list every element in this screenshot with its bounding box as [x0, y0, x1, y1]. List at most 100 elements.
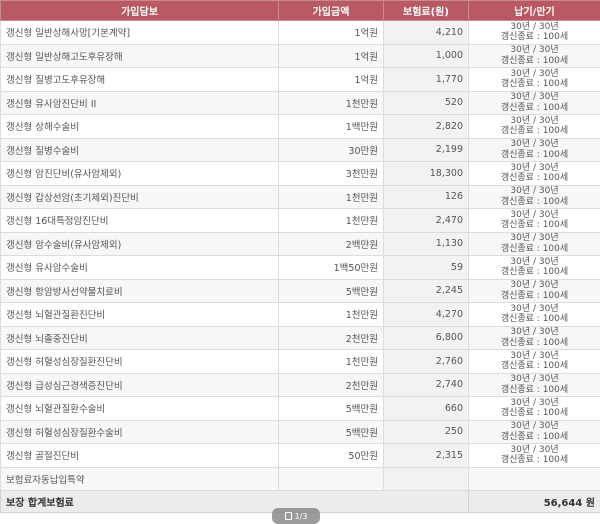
- coverage-premium: 126: [384, 185, 469, 209]
- coverage-amount: 1억원: [279, 21, 384, 45]
- coverage-name: 갱신형 질병고도후유장해: [1, 68, 279, 92]
- term-period: 30년 / 30년: [474, 374, 595, 385]
- coverage-term: 30년 / 30년갱신종료 : 100세: [469, 256, 600, 280]
- coverage-premium: 2,245: [384, 279, 469, 303]
- term-period: 30년 / 30년: [474, 351, 595, 362]
- table-row: 갱신형 암진단비(유사암제외)3천만원18,30030년 / 30년갱신종료 :…: [1, 162, 600, 186]
- coverage-term: 30년 / 30년갱신종료 : 100세: [469, 209, 600, 233]
- coverage-premium: 59: [384, 256, 469, 280]
- table-body: 갱신형 일반상해사망[기본계약]1억원4,21030년 / 30년갱신종료 : …: [1, 21, 600, 491]
- coverage-term: 30년 / 30년갱신종료 : 100세: [469, 373, 600, 397]
- coverage-amount: 3천만원: [279, 162, 384, 186]
- coverage-premium: 6,800: [384, 326, 469, 350]
- term-renewal-end: 갱신종료 : 100세: [474, 338, 595, 349]
- coverage-name: 보험료자동납입특약: [1, 467, 279, 491]
- coverage-name: 갱신형 급성심근경색증진단비: [1, 373, 279, 397]
- coverage-term: 30년 / 30년갱신종료 : 100세: [469, 185, 600, 209]
- coverage-name: 갱신형 일반상해사망[기본계약]: [1, 21, 279, 45]
- term-period: 30년 / 30년: [474, 163, 595, 174]
- coverage-term: 30년 / 30년갱신종료 : 100세: [469, 444, 600, 468]
- coverage-amount: 30만원: [279, 138, 384, 162]
- table-row: 갱신형 항암방사선약물치료비5백만원2,24530년 / 30년갱신종료 : 1…: [1, 279, 600, 303]
- term-renewal-end: 갱신종료 : 100세: [474, 32, 595, 43]
- table-row: 갱신형 갑상선암(초기제외)진단비1천만원12630년 / 30년갱신종료 : …: [1, 185, 600, 209]
- term-period: 30년 / 30년: [474, 327, 595, 338]
- table-row: 갱신형 질병수술비30만원2,19930년 / 30년갱신종료 : 100세: [1, 138, 600, 162]
- coverage-amount: 1천만원: [279, 91, 384, 115]
- coverage-term: 30년 / 30년갱신종료 : 100세: [469, 115, 600, 139]
- coverage-amount: 1천만원: [279, 303, 384, 327]
- page-indicator-text: 1/3: [295, 512, 308, 521]
- coverage-term: 30년 / 30년갱신종료 : 100세: [469, 68, 600, 92]
- table-row: 갱신형 16대특정암진단비1천만원2,47030년 / 30년갱신종료 : 10…: [1, 209, 600, 233]
- coverage-premium: 18,300: [384, 162, 469, 186]
- coverage-premium: 2,315: [384, 444, 469, 468]
- coverage-amount: 1억원: [279, 44, 384, 68]
- coverage-term: 30년 / 30년갱신종료 : 100세: [469, 350, 600, 374]
- term-period: 30년 / 30년: [474, 22, 595, 33]
- coverage-premium: 4,210: [384, 21, 469, 45]
- table-row: 갱신형 상해수술비1백만원2,82030년 / 30년갱신종료 : 100세: [1, 115, 600, 139]
- coverage-name: 갱신형 뇌혈관질환수술비: [1, 397, 279, 421]
- term-renewal-end: 갱신종료 : 100세: [474, 432, 595, 443]
- coverage-name: 갱신형 뇌혈관질환진단비: [1, 303, 279, 327]
- term-period: 30년 / 30년: [474, 116, 595, 127]
- coverage-premium: 250: [384, 420, 469, 444]
- coverage-name: 갱신형 일반상해고도후유장해: [1, 44, 279, 68]
- term-renewal-end: 갱신종료 : 100세: [474, 267, 595, 278]
- coverage-name: 갱신형 허혈성심장질환수술비: [1, 420, 279, 444]
- header-amount: 가입금액: [279, 1, 384, 21]
- coverage-term: 30년 / 30년갱신종료 : 100세: [469, 162, 600, 186]
- term-renewal-end: 갱신종료 : 100세: [474, 56, 595, 67]
- coverage-amount: 1천만원: [279, 209, 384, 233]
- term-renewal-end: 갱신종료 : 100세: [474, 291, 595, 302]
- term-period: 30년 / 30년: [474, 210, 595, 221]
- coverage-premium: 660: [384, 397, 469, 421]
- coverage-term: 30년 / 30년갱신종료 : 100세: [469, 279, 600, 303]
- term-renewal-end: 갱신종료 : 100세: [474, 197, 595, 208]
- table-header: 가입담보 가입금액 보험료(원) 납기/만기: [1, 1, 600, 21]
- coverage-name: 갱신형 질병수술비: [1, 138, 279, 162]
- table-row: 갱신형 일반상해사망[기본계약]1억원4,210 30년 / 30년갱신종료 : …: [1, 21, 600, 45]
- coverage-amount: 1천만원: [279, 350, 384, 374]
- term-renewal-end: 갱신종료 : 100세: [474, 103, 595, 114]
- term-period: 30년 / 30년: [474, 280, 595, 291]
- term-period: 30년 / 30년: [474, 257, 595, 268]
- term-renewal-end: 갱신종료 : 100세: [474, 455, 595, 466]
- term-renewal-end: 갱신종료 : 100세: [474, 244, 595, 255]
- coverage-amount: 1백50만원: [279, 256, 384, 280]
- term-renewal-end: 갱신종료 : 100세: [474, 126, 595, 137]
- term-renewal-end: 갱신종료 : 100세: [474, 173, 595, 184]
- term-renewal-end: 갱신종료 : 100세: [474, 150, 595, 161]
- coverage-premium: 2,820: [384, 115, 469, 139]
- table-row: 갱신형 질병고도후유장해1억원1,77030년 / 30년갱신종료 : 100세: [1, 68, 600, 92]
- coverage-term: 30년 / 30년갱신종료 : 100세: [469, 303, 600, 327]
- coverage-name: 갱신형 유사암진단비 II: [1, 91, 279, 115]
- coverage-amount: [279, 467, 384, 491]
- term-period: 30년 / 30년: [474, 233, 595, 244]
- coverage-premium: 2,199: [384, 138, 469, 162]
- table-row: 갱신형 급성심근경색증진단비2천만원2,74030년 / 30년갱신종료 : 1…: [1, 373, 600, 397]
- table-row: 갱신형 일반상해고도후유장해1억원1,00030년 / 30년갱신종료 : 10…: [1, 44, 600, 68]
- coverage-name: 갱신형 유사암수술비: [1, 256, 279, 280]
- table-row: 갱신형 뇌졸중진단비2천만원6,80030년 / 30년갱신종료 : 100세: [1, 326, 600, 350]
- term-period: 30년 / 30년: [474, 69, 595, 80]
- coverage-term: 30년 / 30년갱신종료 : 100세: [469, 44, 600, 68]
- term-renewal-end: 갱신종료 : 100세: [474, 385, 595, 396]
- table-row: 갱신형 허혈성심장질환수술비5백만원25030년 / 30년갱신종료 : 100…: [1, 420, 600, 444]
- coverage-name: 갱신형 암진단비(유사암제외): [1, 162, 279, 186]
- total-premium: 56,644 원: [469, 491, 600, 513]
- coverage-amount: 2천만원: [279, 326, 384, 350]
- table-row: 갱신형 암수술비(유사암제외)2백만원1,13030년 / 30년갱신종료 : …: [1, 232, 600, 256]
- coverage-name: 갱신형 허혈성심장질환진단비: [1, 350, 279, 374]
- table-row: 갱신형 허혈성심장질환진단비1천만원2,76030년 / 30년갱신종료 : 1…: [1, 350, 600, 374]
- term-period: 30년 / 30년: [474, 45, 595, 56]
- coverage-premium: 1,770: [384, 68, 469, 92]
- term-period: 30년 / 30년: [474, 398, 595, 409]
- term-period: 30년 / 30년: [474, 445, 595, 456]
- header-term: 납기/만기: [469, 1, 600, 21]
- page-indicator[interactable]: 1/3: [272, 508, 320, 524]
- coverage-term: 30년 / 30년갱신종료 : 100세: [469, 397, 600, 421]
- table-row: 갱신형 유사암수술비1백50만원5930년 / 30년갱신종료 : 100세: [1, 256, 600, 280]
- header-premium: 보험료(원): [384, 1, 469, 21]
